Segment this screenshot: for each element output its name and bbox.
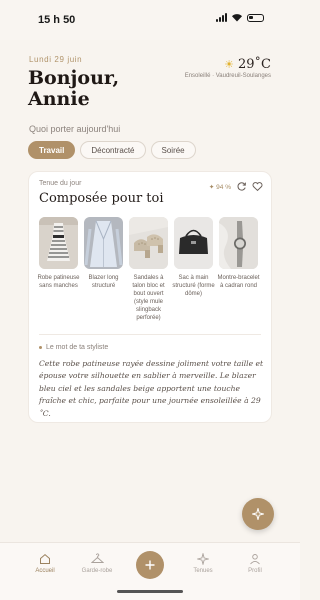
add-button[interactable] (136, 551, 164, 579)
item-label: Sandales à talon bloc et bout ouvert (st… (132, 275, 165, 321)
home-icon (40, 553, 50, 564)
location: Ensoleillé · Vaudreuil-Soulanges (184, 73, 271, 79)
outfit-item[interactable]: Robe patineuse sans manches (37, 217, 80, 322)
card-divider (39, 334, 261, 335)
refresh-icon[interactable] (236, 181, 247, 192)
sun-icon: ☀ (224, 59, 234, 71)
outfit-items: Robe patineuse sans manches Blazer long … (37, 217, 260, 322)
home-indicator (117, 590, 183, 593)
status-bar: 15 h 50 (0, 0, 300, 40)
bullet-icon (39, 346, 42, 349)
item-photo-sandals (129, 217, 168, 269)
item-photo-bag (174, 217, 213, 269)
signal-icon (216, 13, 227, 22)
outfit-item[interactable]: Montre-bracelet à cadran rond (217, 217, 260, 322)
temperature: 29˚C (238, 57, 271, 72)
outfit-item[interactable]: Blazer long structuré (84, 217, 123, 322)
nav-garde-robe[interactable]: Garde-robe (72, 553, 122, 574)
stylist-note: Cette robe patineuse rayée dessine jolim… (39, 359, 264, 418)
greeting: Bonjour, Annie (28, 68, 168, 110)
greeting-line-1: Bonjour, (28, 67, 120, 89)
occasion-chips: Travail Décontracté Soirée (28, 141, 196, 159)
nav-label: Profil (248, 568, 262, 574)
item-label: Montre-bracelet à cadran rond (217, 275, 260, 289)
sparkle-icon (252, 508, 264, 520)
nav-label: Garde-robe (81, 568, 113, 574)
item-photo-dress (39, 217, 78, 269)
card-actions: ✦ 94 % (209, 181, 263, 192)
plus-icon (145, 560, 155, 570)
person-icon (250, 554, 260, 565)
nav-accueil[interactable]: Accueil (20, 553, 70, 574)
chip-decontracte[interactable]: Décontracté (80, 141, 146, 159)
item-label: Robe patineuse sans manches (37, 275, 80, 289)
match-value: 94 % (216, 183, 231, 191)
nav-profil[interactable]: Profil (230, 553, 280, 574)
card-eyebrow: Tenue du jour (39, 180, 82, 187)
chip-travail[interactable]: Travail (28, 141, 76, 159)
occasion-prompt: Quoi porter aujourd'hui (29, 124, 121, 134)
greeting-line-2: Annie (28, 88, 90, 110)
item-photo-blazer (84, 217, 123, 269)
weather: ☀ 29˚C (224, 57, 271, 72)
stylist-heading: Le mot de ta styliste (39, 344, 108, 351)
nav-label: Accueil (35, 568, 55, 574)
outfit-item[interactable]: Sandales à talon bloc et bout ouvert (st… (129, 217, 168, 322)
card-title: Composée pour toi (39, 191, 164, 206)
status-icons (216, 13, 264, 22)
item-label: Sac à main structuré (forme dôme) (172, 275, 215, 297)
outfit-card: Tenue du jour Composée pour toi ✦ 94 % R… (28, 171, 272, 423)
heart-icon[interactable] (252, 181, 263, 192)
chip-soiree[interactable]: Soirée (150, 141, 196, 159)
bottom-nav: Accueil Garde-robe Tenues Profil (0, 542, 300, 600)
battery-icon (247, 13, 264, 22)
nav-tenues[interactable]: Tenues (178, 553, 228, 574)
wifi-icon (232, 14, 242, 22)
item-label: Blazer long structuré (88, 275, 119, 289)
date-label: Lundi 29 juin (29, 55, 83, 64)
item-photo-watch (219, 217, 258, 269)
hanger-icon (90, 553, 104, 563)
outfit-item[interactable]: Sac à main structuré (forme dôme) (172, 217, 215, 322)
assistant-fab[interactable] (242, 498, 274, 530)
stylist-label: Le mot de ta styliste (46, 344, 109, 351)
match-score: ✦ 94 % (209, 183, 231, 191)
nav-label: Tenues (193, 568, 213, 574)
status-time: 15 h 50 (38, 14, 76, 26)
sparkle-icon (197, 553, 209, 565)
